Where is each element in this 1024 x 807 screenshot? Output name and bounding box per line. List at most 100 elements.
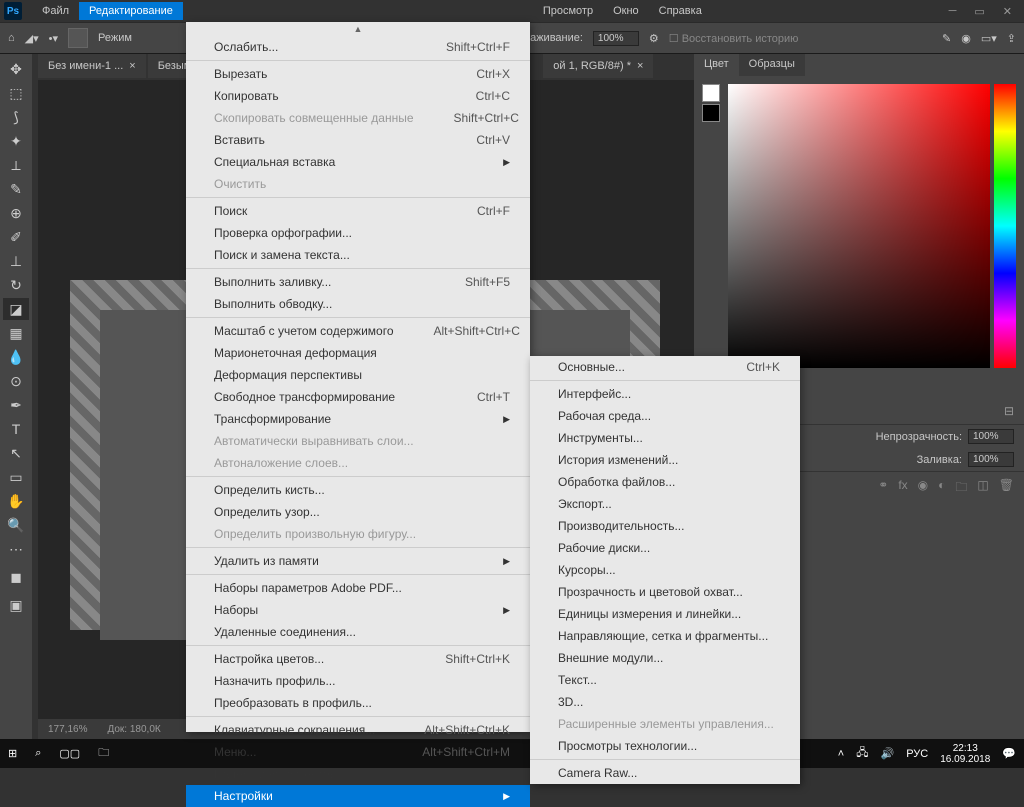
- menu-item[interactable]: Наборы▶: [186, 599, 530, 621]
- taskview-icon[interactable]: ▢▢: [59, 747, 80, 760]
- volume-icon[interactable]: 🔊: [881, 747, 895, 760]
- stamp-tool[interactable]: ⊥: [3, 250, 29, 272]
- search-icon[interactable]: ⌕: [35, 747, 41, 760]
- menu-item[interactable]: Наборы параметров Adobe PDF...: [186, 574, 530, 599]
- docked-panels-icon[interactable]: ▭▾: [981, 32, 997, 45]
- brush-tool[interactable]: ✐: [3, 226, 29, 248]
- menu-item[interactable]: Просмотры технологии...: [530, 735, 800, 757]
- menu-item[interactable]: Панель инструментов...: [186, 763, 530, 785]
- menu-item[interactable]: Выполнить обводку...: [186, 293, 530, 315]
- menu-item[interactable]: КопироватьCtrl+C: [186, 85, 530, 107]
- brush-preview-icon[interactable]: •▾: [49, 32, 58, 45]
- menu-item[interactable]: Определить узор...: [186, 501, 530, 523]
- menu-item[interactable]: Текст...: [530, 669, 800, 691]
- zoom-tool[interactable]: 🔍: [3, 514, 29, 536]
- marquee-tool[interactable]: ⬚: [3, 82, 29, 104]
- menu-item[interactable]: Определить кисть...: [186, 476, 530, 501]
- maximize-icon[interactable]: ▭: [974, 5, 984, 18]
- menu-item[interactable]: Экспорт...: [530, 493, 800, 515]
- menu-window[interactable]: Окно: [603, 2, 649, 20]
- dodge-tool[interactable]: ⊙: [3, 370, 29, 392]
- doc-tab-1[interactable]: Без имени-1 ...×: [38, 54, 146, 78]
- layer-group-icon[interactable]: 🗀: [955, 478, 967, 499]
- menu-item[interactable]: Выполнить заливку...Shift+F5: [186, 268, 530, 293]
- hue-slider[interactable]: [994, 84, 1016, 368]
- link-layers-icon[interactable]: ⚭: [878, 478, 888, 499]
- menu-item[interactable]: Интерфейс...: [530, 380, 800, 405]
- minimize-icon[interactable]: ─: [949, 5, 957, 18]
- fg-bg-swatches[interactable]: [702, 84, 720, 368]
- restore-history-checkbox[interactable]: ☐ Восстановить историю: [669, 32, 799, 45]
- menu-item[interactable]: Марионеточная деформация: [186, 342, 530, 364]
- delete-layer-icon[interactable]: 🗑: [999, 478, 1014, 499]
- menu-item[interactable]: Проверка орфографии...: [186, 222, 530, 244]
- close-tab-icon[interactable]: ×: [637, 60, 643, 72]
- layer-mask-icon[interactable]: ◉: [918, 478, 928, 499]
- menu-item[interactable]: Единицы измерения и линейки...: [530, 603, 800, 625]
- menu-item[interactable]: Настройка цветов...Shift+Ctrl+K: [186, 645, 530, 670]
- menu-view[interactable]: Просмотр: [533, 2, 603, 20]
- menu-item[interactable]: ВставитьCtrl+V: [186, 129, 530, 151]
- menu-item[interactable]: Масштаб с учетом содержимогоAlt+Shift+Ct…: [186, 317, 530, 342]
- menu-item[interactable]: Направляющие, сетка и фрагменты...: [530, 625, 800, 647]
- crop-tool[interactable]: ⟂: [3, 154, 29, 176]
- zoom-level[interactable]: 177,16%: [48, 724, 87, 735]
- menu-item[interactable]: История изменений...: [530, 449, 800, 471]
- menu-item[interactable]: Курсоры...: [530, 559, 800, 581]
- history-brush-tool[interactable]: ↻: [3, 274, 29, 296]
- menu-item[interactable]: Прозрачность и цветовой охват...: [530, 581, 800, 603]
- move-tool[interactable]: ✥: [3, 58, 29, 80]
- menu-item[interactable]: Меню...Alt+Shift+Ctrl+M: [186, 741, 530, 763]
- menu-file[interactable]: Файл: [32, 2, 79, 20]
- menu-item[interactable]: Рабочие диски...: [530, 537, 800, 559]
- pen-tool[interactable]: ✒: [3, 394, 29, 416]
- hand-tool[interactable]: ✋: [3, 490, 29, 512]
- menu-item[interactable]: Специальная вставка▶: [186, 151, 530, 173]
- gradient-tool[interactable]: ▦: [3, 322, 29, 344]
- smoothing-input[interactable]: [593, 31, 639, 46]
- menu-item[interactable]: Клавиатурные сокращения...Alt+Shift+Ctrl…: [186, 716, 530, 741]
- filter-toggle-icon[interactable]: ⊟: [1004, 404, 1014, 418]
- healing-tool[interactable]: ⊕: [3, 202, 29, 224]
- share-icon[interactable]: ⇪: [1007, 32, 1016, 45]
- menu-item[interactable]: Удаленные соединения...: [186, 621, 530, 643]
- foreground-background-swatch[interactable]: ◼: [3, 562, 29, 592]
- menu-item[interactable]: Основные...Ctrl+K: [530, 356, 800, 378]
- menu-item[interactable]: 3D...: [530, 691, 800, 713]
- scroll-up-icon[interactable]: ▲: [186, 22, 530, 36]
- new-layer-icon[interactable]: ◫: [977, 478, 988, 499]
- menu-item[interactable]: Трансформирование▶: [186, 408, 530, 430]
- doc-tab-3[interactable]: ой 1, RGB/8#) *×: [543, 54, 653, 78]
- rectangle-tool[interactable]: ▭: [3, 466, 29, 488]
- fg-swatch[interactable]: [702, 84, 720, 102]
- pressure-icon[interactable]: ✎: [942, 32, 951, 45]
- adjustment-layer-icon[interactable]: ◐: [938, 478, 945, 499]
- doc-info[interactable]: Док: 180,0К: [107, 724, 160, 735]
- color-field[interactable]: [728, 84, 990, 368]
- menu-item[interactable]: Поиск и замена текста...: [186, 244, 530, 266]
- smoothing-gear-icon[interactable]: ⚙: [649, 32, 659, 45]
- close-tab-icon[interactable]: ×: [129, 60, 135, 72]
- menu-item[interactable]: Camera Raw...: [530, 759, 800, 784]
- start-icon[interactable]: ⊞: [8, 747, 17, 760]
- opacity-input[interactable]: [968, 429, 1014, 444]
- tab-color[interactable]: Цвет: [694, 54, 739, 76]
- edit-toolbar-icon[interactable]: ⋯: [3, 538, 29, 560]
- brush-panel-icon[interactable]: [68, 28, 88, 48]
- menu-item[interactable]: Преобразовать в профиль...: [186, 692, 530, 714]
- bg-swatch[interactable]: [702, 104, 720, 122]
- lasso-tool[interactable]: ⟆: [3, 106, 29, 128]
- tool-preset-icon[interactable]: ◢▾: [25, 32, 39, 45]
- quick-select-tool[interactable]: ✦: [3, 130, 29, 152]
- menu-item[interactable]: Инструменты...: [530, 427, 800, 449]
- menu-item[interactable]: ПоискCtrl+F: [186, 197, 530, 222]
- menu-edit[interactable]: Редактирование: [79, 2, 183, 20]
- menu-item[interactable]: Свободное трансформированиеCtrl+T: [186, 386, 530, 408]
- tray-up-icon[interactable]: ˄: [838, 748, 844, 760]
- menu-item[interactable]: Ослабить...Shift+Ctrl+F: [186, 36, 530, 58]
- eyedropper-tool[interactable]: ✎: [3, 178, 29, 200]
- menu-item[interactable]: Производительность...: [530, 515, 800, 537]
- quick-mask-icon[interactable]: ▣: [3, 594, 29, 616]
- layer-fx-icon[interactable]: fx: [898, 478, 907, 499]
- notifications-icon[interactable]: 💬: [1002, 747, 1016, 760]
